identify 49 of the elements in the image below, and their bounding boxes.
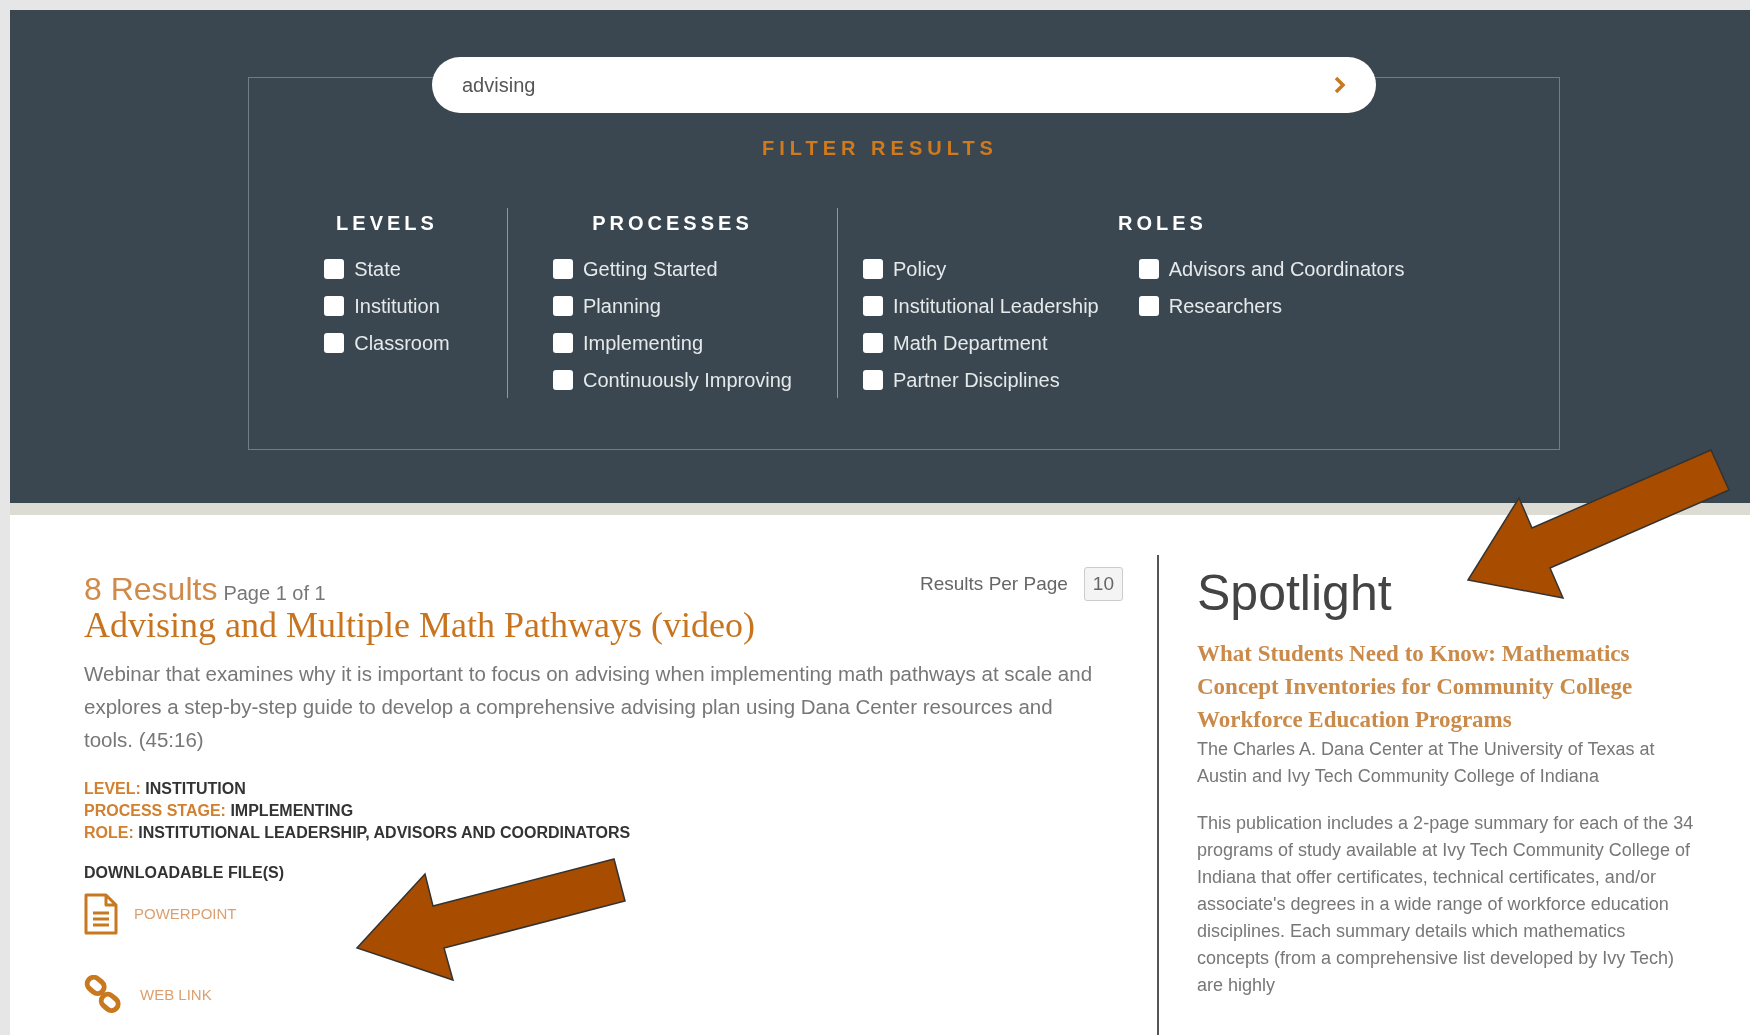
search-input[interactable]: advising	[462, 70, 1334, 100]
page-indicator: Page 1 of 1	[223, 581, 326, 606]
checkbox[interactable]	[553, 295, 573, 316]
checkbox[interactable]	[863, 332, 883, 353]
filter-option: Institutional Leadership	[893, 290, 1099, 321]
checkbox[interactable]	[324, 258, 345, 279]
checkbox[interactable]	[324, 295, 345, 316]
spotlight-author: The Charles A. Dana Center at The University of Texas at Austin and Ivy Tech Community College of Indiana	[1197, 738, 1656, 788]
filter-option: Implementing	[583, 327, 704, 358]
filter-title: FILTER RESULTS	[762, 136, 998, 161]
spotlight-title[interactable]: What Students Need to Know: Mathematics Concept Inventories for Community College Workforce Education Programs	[1197, 637, 1697, 736]
filter-option: Getting Started	[583, 253, 718, 284]
filter-option: Planning	[583, 290, 661, 321]
search-field[interactable]: advising	[432, 57, 1376, 113]
results-per-page-label: Results Per Page	[920, 571, 1068, 596]
checkbox[interactable]	[324, 332, 345, 353]
result-tag: LEVEL: INSTITUTION	[84, 778, 1123, 800]
checkbox[interactable]	[863, 258, 883, 279]
filter-heading: ROLES	[1118, 211, 1207, 236]
per-page-select[interactable]: 10	[1083, 567, 1123, 601]
checkbox[interactable]	[1138, 258, 1159, 279]
checkbox[interactable]	[863, 295, 883, 316]
filter-option: Classroom	[354, 327, 450, 358]
chevron-right-icon[interactable]	[1334, 76, 1346, 94]
filter-option: Partner Disciplines	[893, 364, 1060, 395]
checkbox[interactable]	[553, 332, 573, 353]
result-tag: PROCESS STAGE: IMPLEMENTING	[84, 800, 1123, 822]
filter-heading: PROCESSES	[592, 211, 753, 236]
checkbox[interactable]	[553, 258, 573, 279]
result-description: Webinar that examines why it is important to focus on advising when implementing math pathways at scale and explores a step-by-step guide to develop a comprehensive advising plan using Dana Center resources and tools. (45:16)	[84, 661, 1094, 753]
downloads-heading: DOWNLOADABLE FILE(S)	[84, 863, 285, 883]
chain-link-icon	[84, 975, 124, 1015]
filter-option: Institution	[354, 290, 440, 321]
filter-option: Advisors and Coordinators	[1168, 253, 1405, 284]
download-link[interactable]: POWERPOINT	[134, 902, 237, 926]
document-icon	[84, 893, 118, 935]
filter-heading: LEVELS	[336, 211, 438, 236]
filter-option: Researchers	[1168, 290, 1283, 321]
download-link[interactable]: WEB LINK	[140, 983, 212, 1007]
filter-option: Continuously Improving	[583, 364, 792, 395]
checkbox[interactable]	[1138, 295, 1159, 316]
checkbox[interactable]	[863, 369, 883, 390]
result-tag: ROLE: INSTITUTIONAL LEADERSHIP, ADVISORS AND COORDINATORS	[84, 822, 1123, 844]
filter-option: State	[354, 253, 401, 284]
filter-option: Policy	[893, 253, 947, 284]
checkbox[interactable]	[553, 369, 573, 390]
spotlight-description: This publication includes a 2-page summary for each of the 34 programs of study available at Ivy Tech Community College of Indiana that offer certificates, technical certificates, and/or associate's degrees in a wide range of workforce education disciplines. Each summary details which mathematics concepts (from a comprehensive list developed by Ivy Tech) are highly	[1197, 812, 1695, 997]
filter-option: Math Department	[893, 327, 1048, 358]
spotlight-heading: Spotlight	[1197, 565, 1393, 621]
